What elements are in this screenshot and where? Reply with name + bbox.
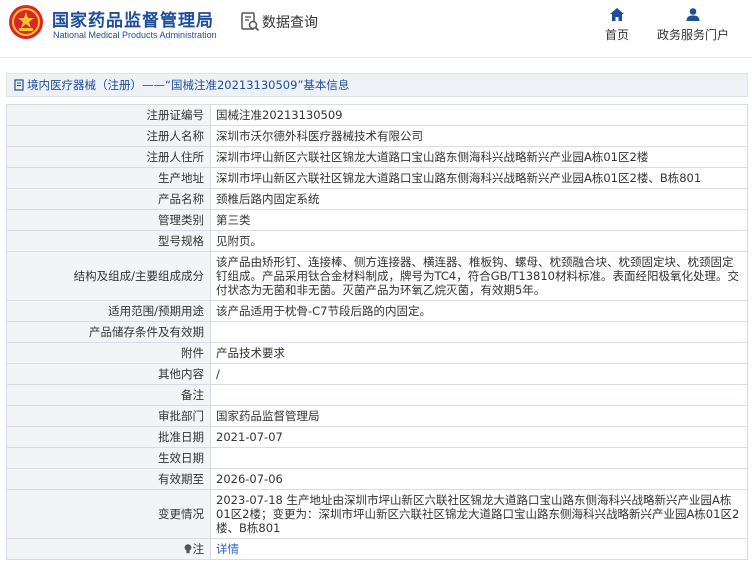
row-value: 深圳市沃尔德外科医疗器械技术有限公司 (210, 125, 748, 147)
table-row: 结构及组成/主要组成成分 该产品由矫形钉、连接棒、侧方连接器、横连器、椎板钩、螺… (6, 251, 748, 301)
row-value (210, 447, 748, 469)
details-link[interactable]: 详情 (216, 542, 239, 556)
table-row: 备注 (6, 384, 748, 406)
home-icon (610, 8, 624, 21)
note-label-text: 注 (192, 542, 205, 556)
table-row: 注 详情 (6, 538, 748, 560)
row-value: 该产品适用于枕骨-C7节段后路的内固定。 (210, 300, 748, 322)
row-value: 国家药品监督管理局 (210, 405, 748, 427)
row-value: 2023-07-18 生产地址由深圳市坪山新区六联社区锦龙大道路口宝山路东侧海科… (210, 489, 748, 539)
row-label: 生产地址 (6, 167, 211, 189)
row-value: 2026-07-06 (210, 468, 748, 490)
table-row: 审批部门 国家药品监督管理局 (6, 405, 748, 427)
breadcrumb: 境内医疗器械（注册）——“国械注准20213130509”基本信息 (6, 73, 748, 97)
table-row: 批准日期 2021-07-07 (6, 426, 748, 448)
row-label: 产品储存条件及有效期 (6, 321, 211, 343)
row-value (210, 321, 748, 343)
row-value: 国械注准20213130509 (210, 104, 748, 126)
row-label: 结构及组成/主要组成成分 (6, 251, 211, 301)
row-label: 变更情况 (6, 489, 211, 539)
document-search-icon (241, 12, 260, 32)
nav-home-label: 首页 (604, 28, 629, 42)
row-label: 审批部门 (6, 405, 211, 427)
row-label: 型号规格 (6, 230, 211, 252)
site-title-cn[interactable]: 国家药品监督管理局 (52, 6, 214, 31)
row-label: 其他内容 (6, 363, 211, 385)
row-value (210, 384, 748, 406)
breadcrumb-text: 境内医疗器械（注册）——“国械注准20213130509”基本信息 (27, 78, 350, 92)
table-row: 型号规格 见附页。 (6, 230, 748, 252)
row-label: 适用范围/预期用途 (6, 300, 211, 322)
table-row: 其他内容 / (6, 363, 748, 385)
row-value: / (210, 363, 748, 385)
row-label: 生效日期 (6, 447, 211, 469)
row-label: 注册证编号 (6, 104, 211, 126)
site-header: 国家药品监督管理局 National Medical Products Admi… (0, 0, 752, 58)
row-value: 深圳市坪山新区六联社区锦龙大道路口宝山路东侧海科兴战略新兴产业园A栋01区2楼 (210, 146, 748, 168)
table-row: 生效日期 (6, 447, 748, 469)
table-row: 有效期至 2026-07-06 (6, 468, 748, 490)
row-label: 备注 (6, 384, 211, 406)
row-value: 见附页。 (210, 230, 748, 252)
table-row: 生产地址 深圳市坪山新区六联社区锦龙大道路口宝山路东侧海科兴战略新兴产业园A栋0… (6, 167, 748, 189)
row-value: 2021-07-07 (210, 426, 748, 448)
national-emblem-icon[interactable] (8, 4, 44, 40)
row-label: 注册人住所 (6, 146, 211, 168)
table-row: 管理类别 第三类 (6, 209, 748, 231)
note-label: 注 (6, 538, 211, 560)
row-label: 有效期至 (6, 468, 211, 490)
table-row: 注册人名称 深圳市沃尔德外科医疗器械技术有限公司 (6, 125, 748, 147)
table-row: 产品储存条件及有效期 (6, 321, 748, 343)
row-label: 产品名称 (6, 188, 211, 210)
row-value: 产品技术要求 (210, 342, 748, 364)
data-query-title[interactable]: 数据查询 (240, 10, 318, 34)
row-label: 附件 (6, 342, 211, 364)
nav-gov-service-label: 政务服务门户 (656, 28, 729, 42)
table-row: 变更情况 2023-07-18 生产地址由深圳市坪山新区六联社区锦龙大道路口宝山… (6, 489, 748, 539)
row-value: 颈椎后路内固定系统 (210, 188, 748, 210)
row-value: 深圳市坪山新区六联社区锦龙大道路口宝山路东侧海科兴战略新兴产业园A栋01区2楼、… (210, 167, 748, 189)
table-row: 附件 产品技术要求 (6, 342, 748, 364)
table-row: 产品名称 颈椎后路内固定系统 (6, 188, 748, 210)
row-label: 批准日期 (6, 426, 211, 448)
table-row: 注册人住所 深圳市坪山新区六联社区锦龙大道路口宝山路东侧海科兴战略新兴产业园A栋… (6, 146, 748, 168)
user-icon (686, 8, 700, 21)
row-value: 第三类 (210, 209, 748, 231)
device-registration-table: 注册证编号 国械注准20213130509 注册人名称 深圳市沃尔德外科医疗器械… (6, 104, 748, 560)
lightbulb-icon (184, 544, 191, 554)
note-value: 详情 (210, 538, 748, 560)
site-title-en[interactable]: National Medical Products Administration (53, 30, 217, 40)
table-row: 注册证编号 国械注准20213130509 (6, 104, 748, 126)
data-query-label: 数据查询 (262, 15, 318, 31)
row-value: 该产品由矫形钉、连接棒、侧方连接器、横连器、椎板钩、螺母、枕颈融合块、枕颈固定块… (210, 251, 748, 301)
row-label: 管理类别 (6, 209, 211, 231)
document-icon (14, 79, 24, 91)
table-row: 适用范围/预期用途 该产品适用于枕骨-C7节段后路的内固定。 (6, 300, 748, 322)
row-label: 注册人名称 (6, 125, 211, 147)
nav-gov-service[interactable]: 政务服务门户 (655, 8, 731, 43)
nav-home[interactable]: 首页 (600, 8, 634, 43)
